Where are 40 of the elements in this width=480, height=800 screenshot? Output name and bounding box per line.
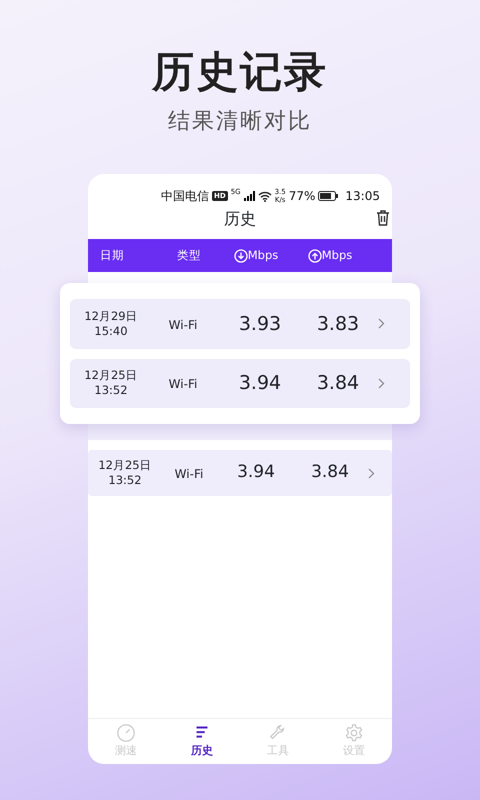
- nav-tab[interactable]: 历史: [164, 719, 240, 764]
- row-date: 12月25日: [97, 458, 153, 473]
- upload-icon: [308, 248, 322, 262]
- delete-icon[interactable]: [376, 210, 390, 226]
- signal-icon: [244, 191, 255, 201]
- subtitle: 结果清晰对比: [168, 108, 312, 136]
- download-speed: 3.94: [237, 462, 275, 482]
- speed-icon: [116, 723, 136, 743]
- chevron-icon: [368, 468, 375, 478]
- connection-type: Wi-Fi: [174, 467, 204, 481]
- history-row[interactable]: 12月29日 15:40 Wi-Fi 3.93 3.83: [70, 299, 410, 348]
- download-icon: [234, 248, 248, 262]
- battery-icon: [318, 191, 338, 201]
- download-speed: 3.94: [238, 372, 282, 394]
- row-time: 15:40: [93, 324, 129, 339]
- wifi-icon: [258, 190, 272, 202]
- chevron-icon: [378, 318, 385, 330]
- carrier-name: 中国电信: [161, 188, 210, 205]
- row-date: 12月25日: [83, 368, 139, 384]
- clock: 13:05: [345, 188, 380, 205]
- download-speed: 3.93: [238, 312, 282, 334]
- row-time: 13:52: [93, 383, 129, 398]
- upload-speed: 3.84: [316, 372, 360, 394]
- column-header: Mbps: [322, 246, 352, 264]
- upload-speed: 3.84: [311, 462, 349, 482]
- upload-speed: 3.83: [316, 312, 360, 334]
- battery-percent: 77%: [288, 188, 316, 205]
- column-header: 日期: [100, 246, 124, 264]
- settings-icon: [344, 723, 364, 743]
- column-header: 类型: [177, 246, 201, 264]
- chevron-icon: [378, 378, 385, 389]
- column-header: Mbps: [248, 246, 278, 264]
- connection-type: Wi-Fi: [168, 318, 198, 332]
- history-row[interactable]: 12月25日 13:52 Wi-Fi 3.94 3.84: [70, 358, 410, 408]
- history-row[interactable]: 12月25日 13:52 Wi-Fi 3.94 3.84: [88, 450, 392, 496]
- row-time: 13:52: [107, 473, 143, 488]
- screen-title: 历史: [224, 208, 256, 230]
- connection-type: Wi-Fi: [168, 377, 198, 392]
- headline: 历史记录: [150, 46, 329, 98]
- row-date: 12月29日: [83, 308, 139, 324]
